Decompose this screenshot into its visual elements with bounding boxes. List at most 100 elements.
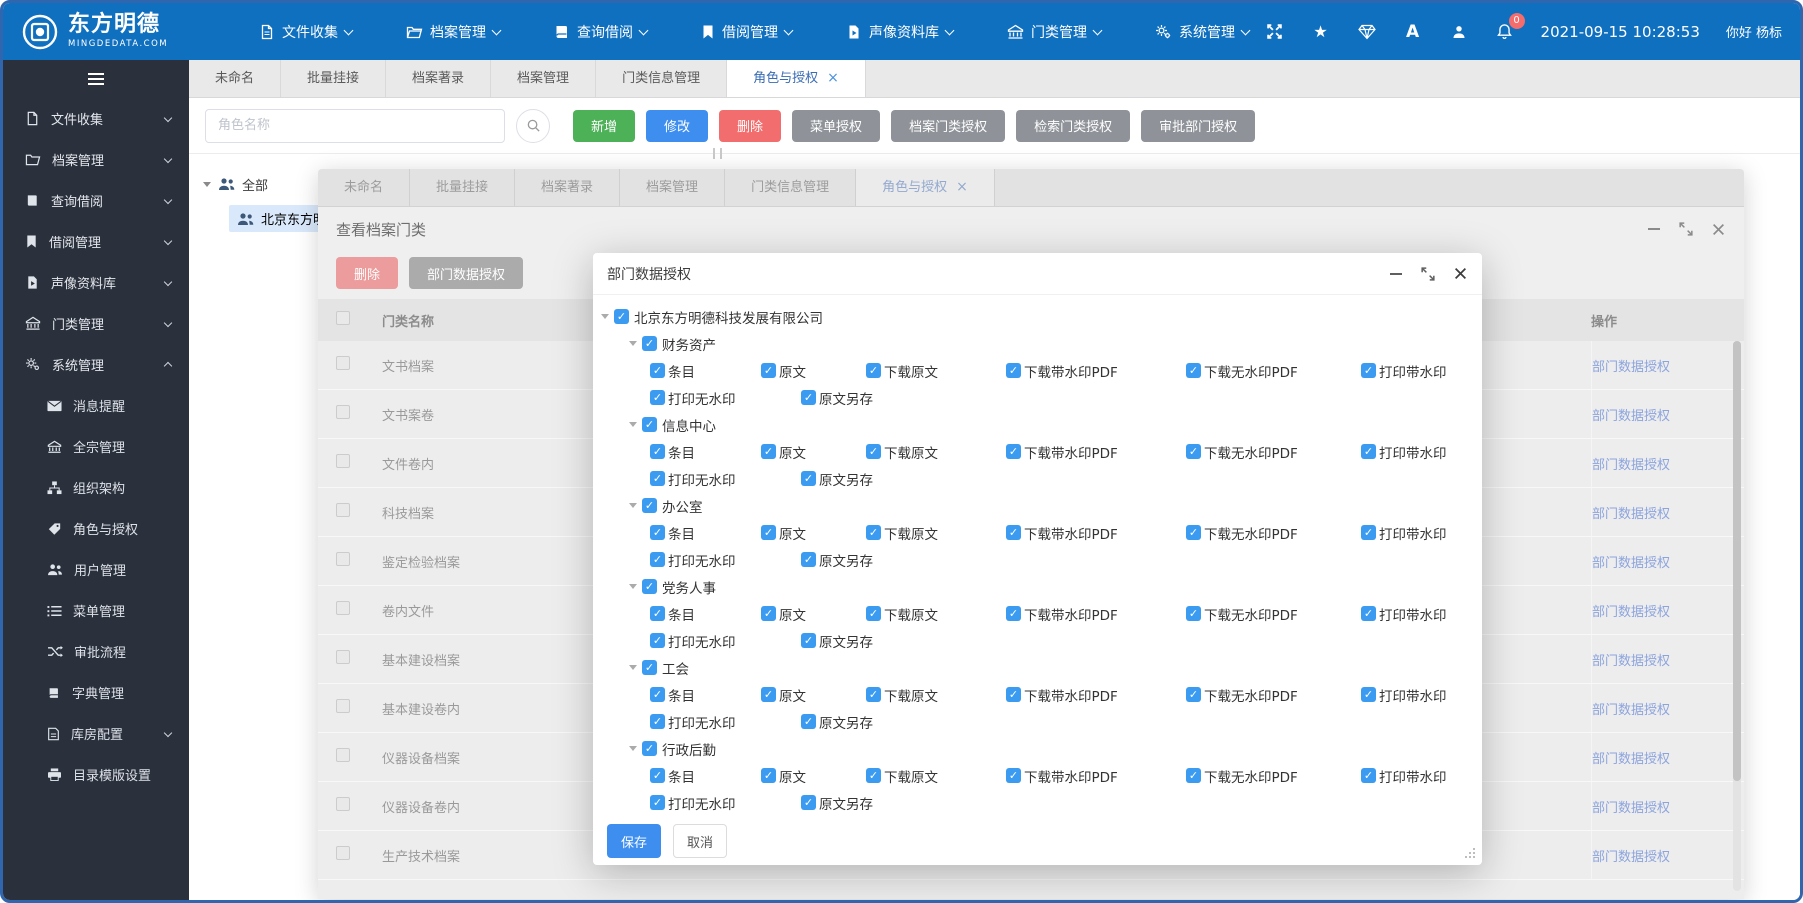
- collapse-caret-icon[interactable]: [629, 341, 637, 346]
- collapse-caret-icon[interactable]: [629, 584, 637, 589]
- checkbox-checked-icon[interactable]: [761, 444, 776, 459]
- dept-data-auth-link[interactable]: 部门数据授权: [1592, 650, 1670, 669]
- nav-item-borrow-manage[interactable]: 借阅管理: [701, 22, 792, 42]
- perm-download-watermark-pdf[interactable]: 下载带水印PDF: [1006, 766, 1186, 786]
- checkbox-checked-icon[interactable]: [1006, 687, 1021, 702]
- checkbox-checked-icon[interactable]: [1186, 525, 1201, 540]
- perm-print-no-watermark[interactable]: 打印无水印: [650, 469, 801, 489]
- checkbox-checked-icon[interactable]: [866, 606, 881, 621]
- perm-download-no-watermark-pdf[interactable]: 下载无水印PDF: [1186, 685, 1361, 705]
- checkbox-checked-icon[interactable]: [1186, 687, 1201, 702]
- sidebar-item-media-library[interactable]: 声像资料库: [3, 262, 189, 303]
- checkbox-checked-icon[interactable]: [761, 768, 776, 783]
- checkbox-checked-icon[interactable]: [642, 417, 657, 432]
- tab[interactable]: 批量挂接: [281, 60, 386, 97]
- checkbox-checked-icon[interactable]: [1186, 363, 1201, 378]
- checkbox-checked-icon[interactable]: [866, 444, 881, 459]
- font-size-icon[interactable]: A: [1403, 22, 1423, 42]
- sidebar-collapse-button[interactable]: [3, 60, 189, 98]
- perm-download-original[interactable]: 下载原文: [866, 685, 1006, 705]
- department-node[interactable]: 信息中心: [629, 411, 1474, 438]
- perm-print-no-watermark[interactable]: 打印无水印: [650, 793, 801, 813]
- cancel-button[interactable]: 取消: [673, 824, 727, 858]
- collapse-caret-icon[interactable]: [629, 503, 637, 508]
- perm-download-no-watermark-pdf[interactable]: 下载无水印PDF: [1186, 604, 1361, 624]
- checkbox-checked-icon[interactable]: [801, 471, 816, 486]
- perm-save-original[interactable]: 原文另存: [801, 550, 873, 570]
- perm-save-original[interactable]: 原文另存: [801, 712, 873, 732]
- sidebar-item-query-borrow[interactable]: 查询借阅: [3, 180, 189, 221]
- checkbox-checked-icon[interactable]: [650, 471, 665, 486]
- checkbox-checked-icon[interactable]: [801, 633, 816, 648]
- checkbox-checked-icon[interactable]: [650, 552, 665, 567]
- dept-data-auth-link[interactable]: 部门数据授权: [1592, 601, 1670, 620]
- row-checkbox[interactable]: [336, 552, 350, 566]
- perm-print-no-watermark[interactable]: 打印无水印: [650, 550, 801, 570]
- row-checkbox[interactable]: [336, 454, 350, 468]
- checkbox-checked-icon[interactable]: [650, 795, 665, 810]
- tree-expand-caret-icon[interactable]: [203, 182, 211, 187]
- sidebar-item-approval-flow[interactable]: 审批流程: [3, 631, 189, 672]
- perm-save-original[interactable]: 原文另存: [801, 793, 873, 813]
- perm-download-no-watermark-pdf[interactable]: 下载无水印PDF: [1186, 523, 1361, 543]
- collapse-caret-icon[interactable]: [629, 422, 637, 427]
- minimize-icon[interactable]: [1646, 221, 1662, 237]
- checkbox-checked-icon[interactable]: [801, 795, 816, 810]
- checkbox-checked-icon[interactable]: [642, 579, 657, 594]
- modal-scrollbar[interactable]: [1733, 341, 1741, 891]
- tab[interactable]: 档案著录: [386, 60, 491, 97]
- modal-delete-button[interactable]: 删除: [336, 257, 398, 289]
- perm-download-no-watermark-pdf[interactable]: 下载无水印PDF: [1186, 361, 1361, 381]
- auth-button[interactable]: 检索门类授权: [1016, 110, 1130, 142]
- dept-data-auth-link[interactable]: 部门数据授权: [1592, 699, 1670, 718]
- checkbox-checked-icon[interactable]: [1006, 444, 1021, 459]
- sidebar-item-message-remind[interactable]: 消息提醒: [3, 385, 189, 426]
- tab[interactable]: 未命名: [318, 169, 410, 206]
- save-button[interactable]: 保存: [607, 824, 661, 858]
- minimize-icon[interactable]: [1388, 266, 1404, 282]
- checkbox-checked-icon[interactable]: [866, 363, 881, 378]
- checkbox-checked-icon[interactable]: [1186, 606, 1201, 621]
- role-name-search-input[interactable]: [205, 109, 505, 143]
- perm-print-no-watermark[interactable]: 打印无水印: [650, 712, 801, 732]
- sidebar-item-menu-manage[interactable]: 菜单管理: [3, 590, 189, 631]
- tab-active-roles-auth[interactable]: 角色与授权: [727, 60, 866, 97]
- checkbox-checked-icon[interactable]: [1361, 687, 1376, 702]
- perm-download-original[interactable]: 下载原文: [866, 766, 1006, 786]
- perm-entry[interactable]: 条目: [650, 361, 761, 381]
- checkbox-checked-icon[interactable]: [650, 714, 665, 729]
- checkbox-checked-icon[interactable]: [801, 714, 816, 729]
- perm-original[interactable]: 原文: [761, 604, 866, 624]
- department-node[interactable]: 党务人事: [629, 573, 1474, 600]
- sidebar-item-catalog-template[interactable]: 目录模版设置: [3, 754, 189, 795]
- select-all-checkbox[interactable]: [336, 311, 350, 325]
- perm-print-watermark[interactable]: 打印带水印: [1361, 604, 1447, 624]
- checkbox-checked-icon[interactable]: [650, 444, 665, 459]
- star-icon[interactable]: ★: [1311, 22, 1331, 42]
- checkbox-checked-icon[interactable]: [642, 660, 657, 675]
- department-node[interactable]: 办公室: [629, 492, 1474, 519]
- dept-data-auth-link[interactable]: 部门数据授权: [1592, 454, 1670, 473]
- department-node[interactable]: 工会: [629, 654, 1474, 681]
- sidebar-item-dictionary-manage[interactable]: 字典管理: [3, 672, 189, 713]
- close-icon[interactable]: [1452, 266, 1468, 282]
- gem-icon[interactable]: [1357, 22, 1377, 42]
- row-checkbox[interactable]: [336, 503, 350, 517]
- row-checkbox[interactable]: [336, 699, 350, 713]
- sidebar-item-borrow-manage[interactable]: 借阅管理: [3, 221, 189, 262]
- sidebar-item-category-manage[interactable]: 门类管理: [3, 303, 189, 344]
- checkbox-checked-icon[interactable]: [614, 309, 629, 324]
- checkbox-checked-icon[interactable]: [1186, 444, 1201, 459]
- sidebar-item-user-manage[interactable]: 用户管理: [3, 549, 189, 590]
- tab[interactable]: 档案著录: [515, 169, 620, 206]
- sidebar-item-roles-auth[interactable]: 角色与授权: [3, 508, 189, 549]
- tab[interactable]: 门类信息管理: [596, 60, 727, 97]
- search-button[interactable]: [516, 109, 550, 143]
- sidebar-item-storeroom-config[interactable]: 库房配置: [3, 713, 189, 754]
- collapse-caret-icon[interactable]: [629, 746, 637, 751]
- perm-download-original[interactable]: 下载原文: [866, 523, 1006, 543]
- tab-close-icon[interactable]: [827, 60, 839, 97]
- company-node[interactable]: 北京东方明德科技发展有限公司: [601, 303, 1474, 330]
- perm-download-original[interactable]: 下载原文: [866, 442, 1006, 462]
- perm-entry[interactable]: 条目: [650, 523, 761, 543]
